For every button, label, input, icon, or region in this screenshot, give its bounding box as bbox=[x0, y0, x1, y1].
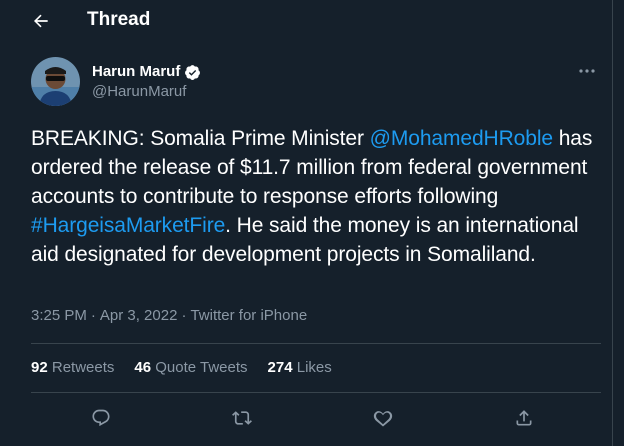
like-button[interactable] bbox=[363, 398, 403, 438]
tweet-date[interactable]: Apr 3, 2022 bbox=[100, 307, 178, 324]
more-options-button[interactable] bbox=[573, 60, 601, 82]
mention-link[interactable]: @MohamedHRoble bbox=[370, 127, 553, 150]
more-horizontal-icon bbox=[579, 69, 595, 73]
tweet-stats: 92 Retweets 46 Quote Tweets 274 Likes bbox=[31, 358, 332, 378]
verified-badge-icon bbox=[185, 64, 201, 80]
retweets-count: 92 bbox=[31, 359, 48, 376]
likes-stat[interactable]: 274 Likes bbox=[268, 358, 332, 378]
divider bbox=[31, 392, 601, 393]
likes-label: Likes bbox=[296, 359, 332, 376]
quote-tweets-count: 46 bbox=[134, 359, 152, 376]
author-handle[interactable]: @HarunMaruf bbox=[92, 82, 186, 102]
author-name-text: Harun Maruf bbox=[92, 63, 181, 80]
divider bbox=[31, 343, 601, 344]
quote-tweets-label: Quote Tweets bbox=[155, 359, 248, 376]
arrow-left-icon bbox=[34, 14, 48, 28]
back-button[interactable] bbox=[26, 6, 56, 36]
page-title: Thread bbox=[87, 9, 151, 30]
thread-header: Thread bbox=[0, 0, 612, 40]
likes-count: 274 bbox=[267, 359, 293, 376]
retweets-label: Retweets bbox=[51, 359, 115, 376]
quote-tweets-stat[interactable]: 46 Quote Tweets bbox=[134, 358, 247, 378]
thread-column: Thread Harun Maruf @HarunMaruf BREAKING:… bbox=[0, 0, 613, 446]
share-icon bbox=[516, 410, 532, 426]
tweet-source[interactable]: Twitter for iPhone bbox=[190, 307, 307, 324]
hashtag-link[interactable]: #HargeisaMarketFire bbox=[31, 214, 225, 237]
avatar[interactable] bbox=[31, 57, 80, 106]
retweet-button[interactable] bbox=[222, 398, 262, 438]
reply-icon bbox=[92, 409, 110, 427]
author-name[interactable]: Harun Maruf bbox=[92, 62, 201, 82]
retweets-stat[interactable]: 92 Retweets bbox=[31, 358, 114, 378]
tweet-text: BREAKING: Somalia Prime Minister @Mohame… bbox=[31, 124, 601, 269]
retweet-icon bbox=[232, 411, 252, 425]
tweet-actions bbox=[31, 398, 601, 438]
reply-button[interactable] bbox=[81, 398, 121, 438]
tweet-text-part: BREAKING: Somalia Prime Minister bbox=[31, 127, 370, 150]
tweet-time[interactable]: 3:25 PM bbox=[31, 307, 87, 324]
share-button[interactable] bbox=[504, 398, 544, 438]
like-icon bbox=[373, 411, 393, 427]
tweet-meta: 3:25 PM · Apr 3, 2022 · Twitter for iPhone bbox=[31, 307, 308, 324]
